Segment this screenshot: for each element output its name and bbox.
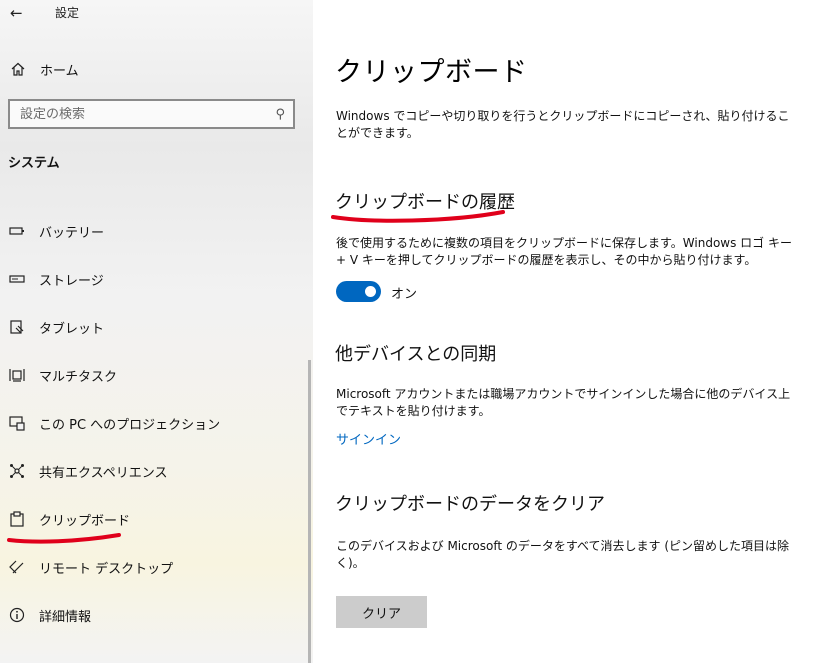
multitask-icon bbox=[8, 366, 26, 384]
toggle-state-label: オン bbox=[391, 287, 418, 302]
info-icon bbox=[8, 606, 26, 624]
sidebar-item-label: 詳細情報 bbox=[39, 609, 92, 625]
toggle-knob bbox=[365, 286, 376, 297]
clear-button[interactable]: クリア bbox=[336, 596, 427, 628]
window-title: 設定 bbox=[55, 6, 80, 20]
clipboard-history-toggle[interactable] bbox=[336, 281, 381, 302]
settings-search-box[interactable]: ⚲ bbox=[8, 99, 295, 129]
projection-icon bbox=[8, 414, 26, 432]
home-nav-item[interactable]: ホーム bbox=[8, 58, 79, 80]
sidebar-item-shared-experience[interactable]: 共有エクスペリエンス bbox=[8, 458, 167, 484]
battery-icon bbox=[8, 222, 26, 240]
red-underline-annotation bbox=[7, 533, 121, 544]
sidebar-item-label: バッテリー bbox=[39, 225, 105, 241]
sidebar-item-multitask[interactable]: マルチタスク bbox=[8, 362, 117, 388]
history-description: 後で使用するために複数の項目をクリップボードに保存します。Windows ロゴ … bbox=[336, 236, 792, 267]
sidebar: ← 設定 ホーム ⚲ システム バッテリー ストレージ タブレット マルチタスク bbox=[0, 0, 313, 663]
sidebar-item-label: タブレット bbox=[39, 321, 105, 337]
remote-desktop-icon bbox=[8, 558, 26, 576]
sidebar-item-remote-desktop[interactable]: リモート デスクトップ bbox=[8, 554, 173, 580]
page-title: クリップボード bbox=[335, 57, 528, 88]
section-label-system: システム bbox=[8, 156, 60, 171]
home-icon bbox=[8, 61, 28, 77]
search-icon[interactable]: ⚲ bbox=[275, 107, 285, 122]
sidebar-item-battery[interactable]: バッテリー bbox=[8, 218, 104, 244]
settings-search-input[interactable] bbox=[20, 106, 276, 122]
sidebar-item-about[interactable]: 詳細情報 bbox=[8, 602, 91, 628]
sidebar-item-label: 共有エクスペリエンス bbox=[39, 465, 168, 481]
sidebar-item-label: クリップボード bbox=[39, 513, 131, 529]
sidebar-item-projection[interactable]: この PC へのプロジェクション bbox=[8, 410, 220, 436]
main-content: クリップボード Windows でコピーや切り取りを行うとクリップボードにコピー… bbox=[313, 0, 836, 663]
sign-in-link[interactable]: サインイン bbox=[336, 429, 401, 448]
shared-experience-icon bbox=[8, 462, 26, 480]
sidebar-item-tablet[interactable]: タブレット bbox=[8, 314, 104, 340]
tablet-icon bbox=[8, 318, 26, 336]
back-arrow-icon[interactable]: ← bbox=[10, 4, 23, 22]
sidebar-item-label: この PC へのプロジェクション bbox=[39, 417, 221, 433]
sync-description: Microsoft アカウントまたは職場アカウントでサインインした場合に他のデバ… bbox=[336, 387, 791, 418]
sidebar-item-label: リモート デスクトップ bbox=[39, 561, 174, 577]
sidebar-item-clipboard[interactable]: クリップボード bbox=[8, 506, 130, 532]
clipboard-icon bbox=[8, 510, 26, 528]
sidebar-item-storage[interactable]: ストレージ bbox=[8, 266, 104, 292]
sidebar-scrollbar[interactable] bbox=[308, 360, 311, 663]
storage-icon bbox=[8, 270, 26, 288]
home-label: ホーム bbox=[40, 63, 79, 79]
sidebar-item-label: ストレージ bbox=[39, 273, 104, 289]
sync-heading: 他デバイスとの同期 bbox=[335, 344, 497, 365]
history-heading: クリップボードの履歴 bbox=[335, 192, 515, 213]
clear-description: このデバイスおよび Microsoft のデータをすべて消去します (ピン留めし… bbox=[336, 539, 790, 570]
sidebar-item-label: マルチタスク bbox=[39, 369, 118, 385]
clear-heading: クリップボードのデータをクリア bbox=[335, 494, 605, 515]
page-description: Windows でコピーや切り取りを行うとクリップボードにコピーされ、貼り付ける… bbox=[336, 109, 790, 140]
